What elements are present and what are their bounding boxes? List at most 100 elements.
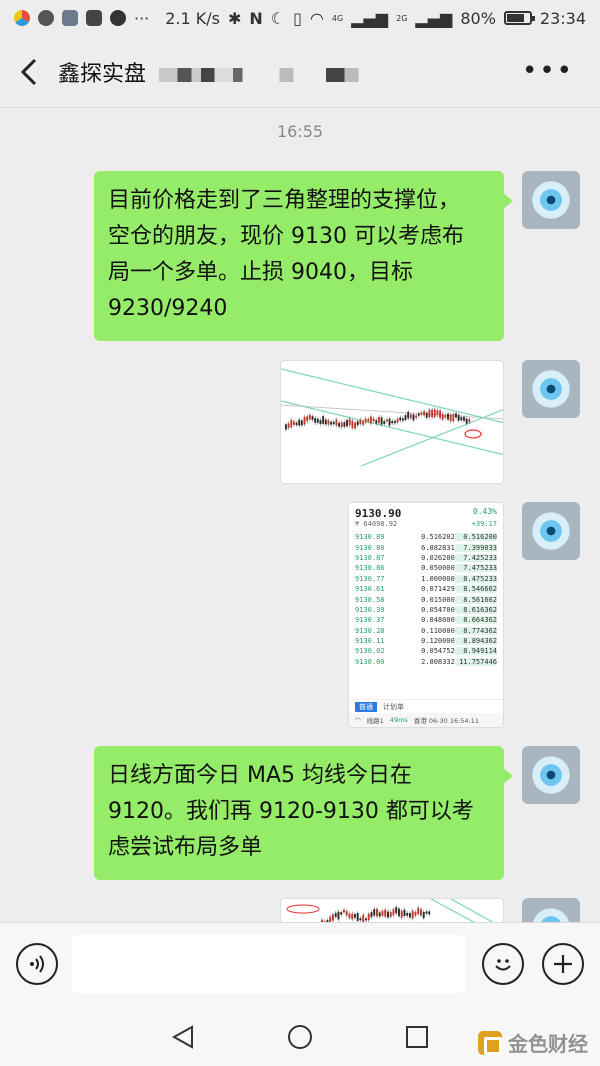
candle [420, 412, 423, 415]
system-nav-bar: 金色财经 [0, 1006, 600, 1066]
chat-header: 鑫探实盘 ••• [0, 36, 600, 108]
avatar[interactable] [522, 746, 580, 804]
order-book-row-amount: 2.808332 [421, 657, 455, 666]
candle [395, 907, 398, 914]
order-book-row: 9130.37 0.048000 8.664362 [355, 615, 497, 625]
candle [447, 413, 449, 420]
candle [306, 416, 309, 422]
avatar[interactable] [522, 502, 580, 560]
candle [396, 418, 399, 423]
nav-back-button[interactable] [168, 1022, 198, 1052]
candle [393, 420, 396, 424]
order-book-row-amount: 0.026200 [421, 553, 455, 562]
candle [356, 421, 359, 426]
candle [468, 419, 471, 423]
candle [384, 909, 387, 917]
candle [334, 912, 337, 917]
candle [401, 418, 404, 421]
candle [287, 423, 290, 429]
order-book-row-amount: 0.516202 [421, 533, 455, 542]
candle [439, 410, 441, 418]
candle [385, 419, 388, 422]
candle [337, 911, 340, 920]
candle [340, 422, 343, 428]
candle [316, 418, 319, 423]
order-book-row-total: 0.516200 [454, 533, 497, 542]
chart-image-message[interactable] [280, 898, 504, 922]
avatar[interactable] [522, 171, 580, 229]
chat-title-text: 鑫探实盘 [58, 61, 147, 87]
app-icon-1 [14, 10, 30, 26]
order-book-row-amount: 0.054700 [421, 605, 455, 614]
message-bubble[interactable]: 日线方面今日 MA5 均线今日在 9120。我们再 9120-9130 都可以考… [94, 746, 513, 880]
candle [428, 911, 431, 915]
order-book-row-price: 9130.89 [355, 533, 385, 542]
order-book-row-amount: 0.048000 [421, 616, 455, 625]
order-book-row-amount: 0.071429 [421, 585, 455, 594]
candle [449, 414, 452, 422]
message-bubble[interactable]: 目前价格走到了三角整理的支撑位， 空仓的朋友，现价 9130 可以考虑布 局一个… [94, 171, 513, 341]
candle [407, 411, 410, 419]
chat-title: 鑫探实盘 [58, 56, 392, 88]
nav-recents-button[interactable] [402, 1022, 432, 1052]
candle [383, 421, 386, 425]
chat-area[interactable]: 16:55 目前价格走到了三角整理的支撑位， 空仓的朋友，现价 9130 可以考… [0, 108, 600, 922]
back-button[interactable] [0, 36, 58, 108]
candle [414, 911, 417, 916]
candle [431, 409, 434, 418]
nav-home-button[interactable] [285, 1022, 315, 1052]
battery-percent: 80% [460, 8, 496, 28]
order-book-tabs: 普通 计划单 [349, 699, 503, 713]
plus-button[interactable] [542, 943, 584, 985]
candle [391, 420, 394, 424]
voice-icon [30, 955, 44, 973]
order-book-row: 9130.89 0.516202 0.516200 [355, 532, 497, 542]
avatar[interactable] [522, 360, 580, 418]
chevron-left-icon [21, 58, 37, 85]
battery-icon [503, 11, 535, 25]
candle [425, 412, 428, 418]
order-book-sub-price: ¥ 64098.92 [355, 520, 398, 528]
candle [348, 913, 351, 919]
candle [362, 421, 364, 425]
candle [285, 424, 287, 430]
candle [378, 912, 381, 917]
candle [370, 912, 373, 918]
order-book-row-total: 7.399033 [454, 543, 497, 552]
candle [455, 413, 457, 418]
watermark: 金色财经 [478, 1028, 588, 1057]
candle [375, 420, 378, 424]
candle [327, 420, 330, 425]
voice-button[interactable] [16, 943, 58, 985]
candle [359, 419, 362, 424]
candle [351, 913, 354, 920]
order-book-row-amount: 0.050000 [421, 564, 455, 573]
more-options-button[interactable]: ••• [522, 56, 574, 86]
order-book-row-price: 9130.88 [355, 543, 385, 552]
order-book-row: 9130.88 6.882831 7.399033 [355, 542, 497, 552]
chart-image-message[interactable] [280, 360, 504, 484]
candle [392, 909, 395, 916]
app-icon-2 [62, 10, 78, 26]
candle [387, 911, 389, 918]
candle [457, 414, 460, 421]
candle [367, 913, 370, 921]
order-book-row: 9130.02 0.054752 8.949114 [355, 646, 497, 656]
candle [378, 416, 380, 424]
emoji-button[interactable] [482, 943, 524, 985]
candle [343, 422, 346, 427]
candle [348, 418, 351, 426]
candle [354, 914, 356, 918]
order-book-row-total: 8.616362 [454, 605, 497, 614]
candle [406, 912, 409, 916]
order-book-status-time: 香港 06-30 16:54:11 [413, 717, 480, 725]
avatar[interactable] [522, 898, 580, 922]
order-book-image-message[interactable]: 9130.90 0.43% ¥ 64098.92 +39.17 9130.89 0… [348, 502, 504, 728]
candle [367, 418, 370, 422]
candle [292, 421, 295, 425]
candle [330, 421, 333, 425]
nfc-icon: N [249, 8, 263, 28]
message-input[interactable] [72, 935, 466, 993]
candle [412, 414, 415, 421]
notification-icons: ··· [14, 9, 149, 28]
